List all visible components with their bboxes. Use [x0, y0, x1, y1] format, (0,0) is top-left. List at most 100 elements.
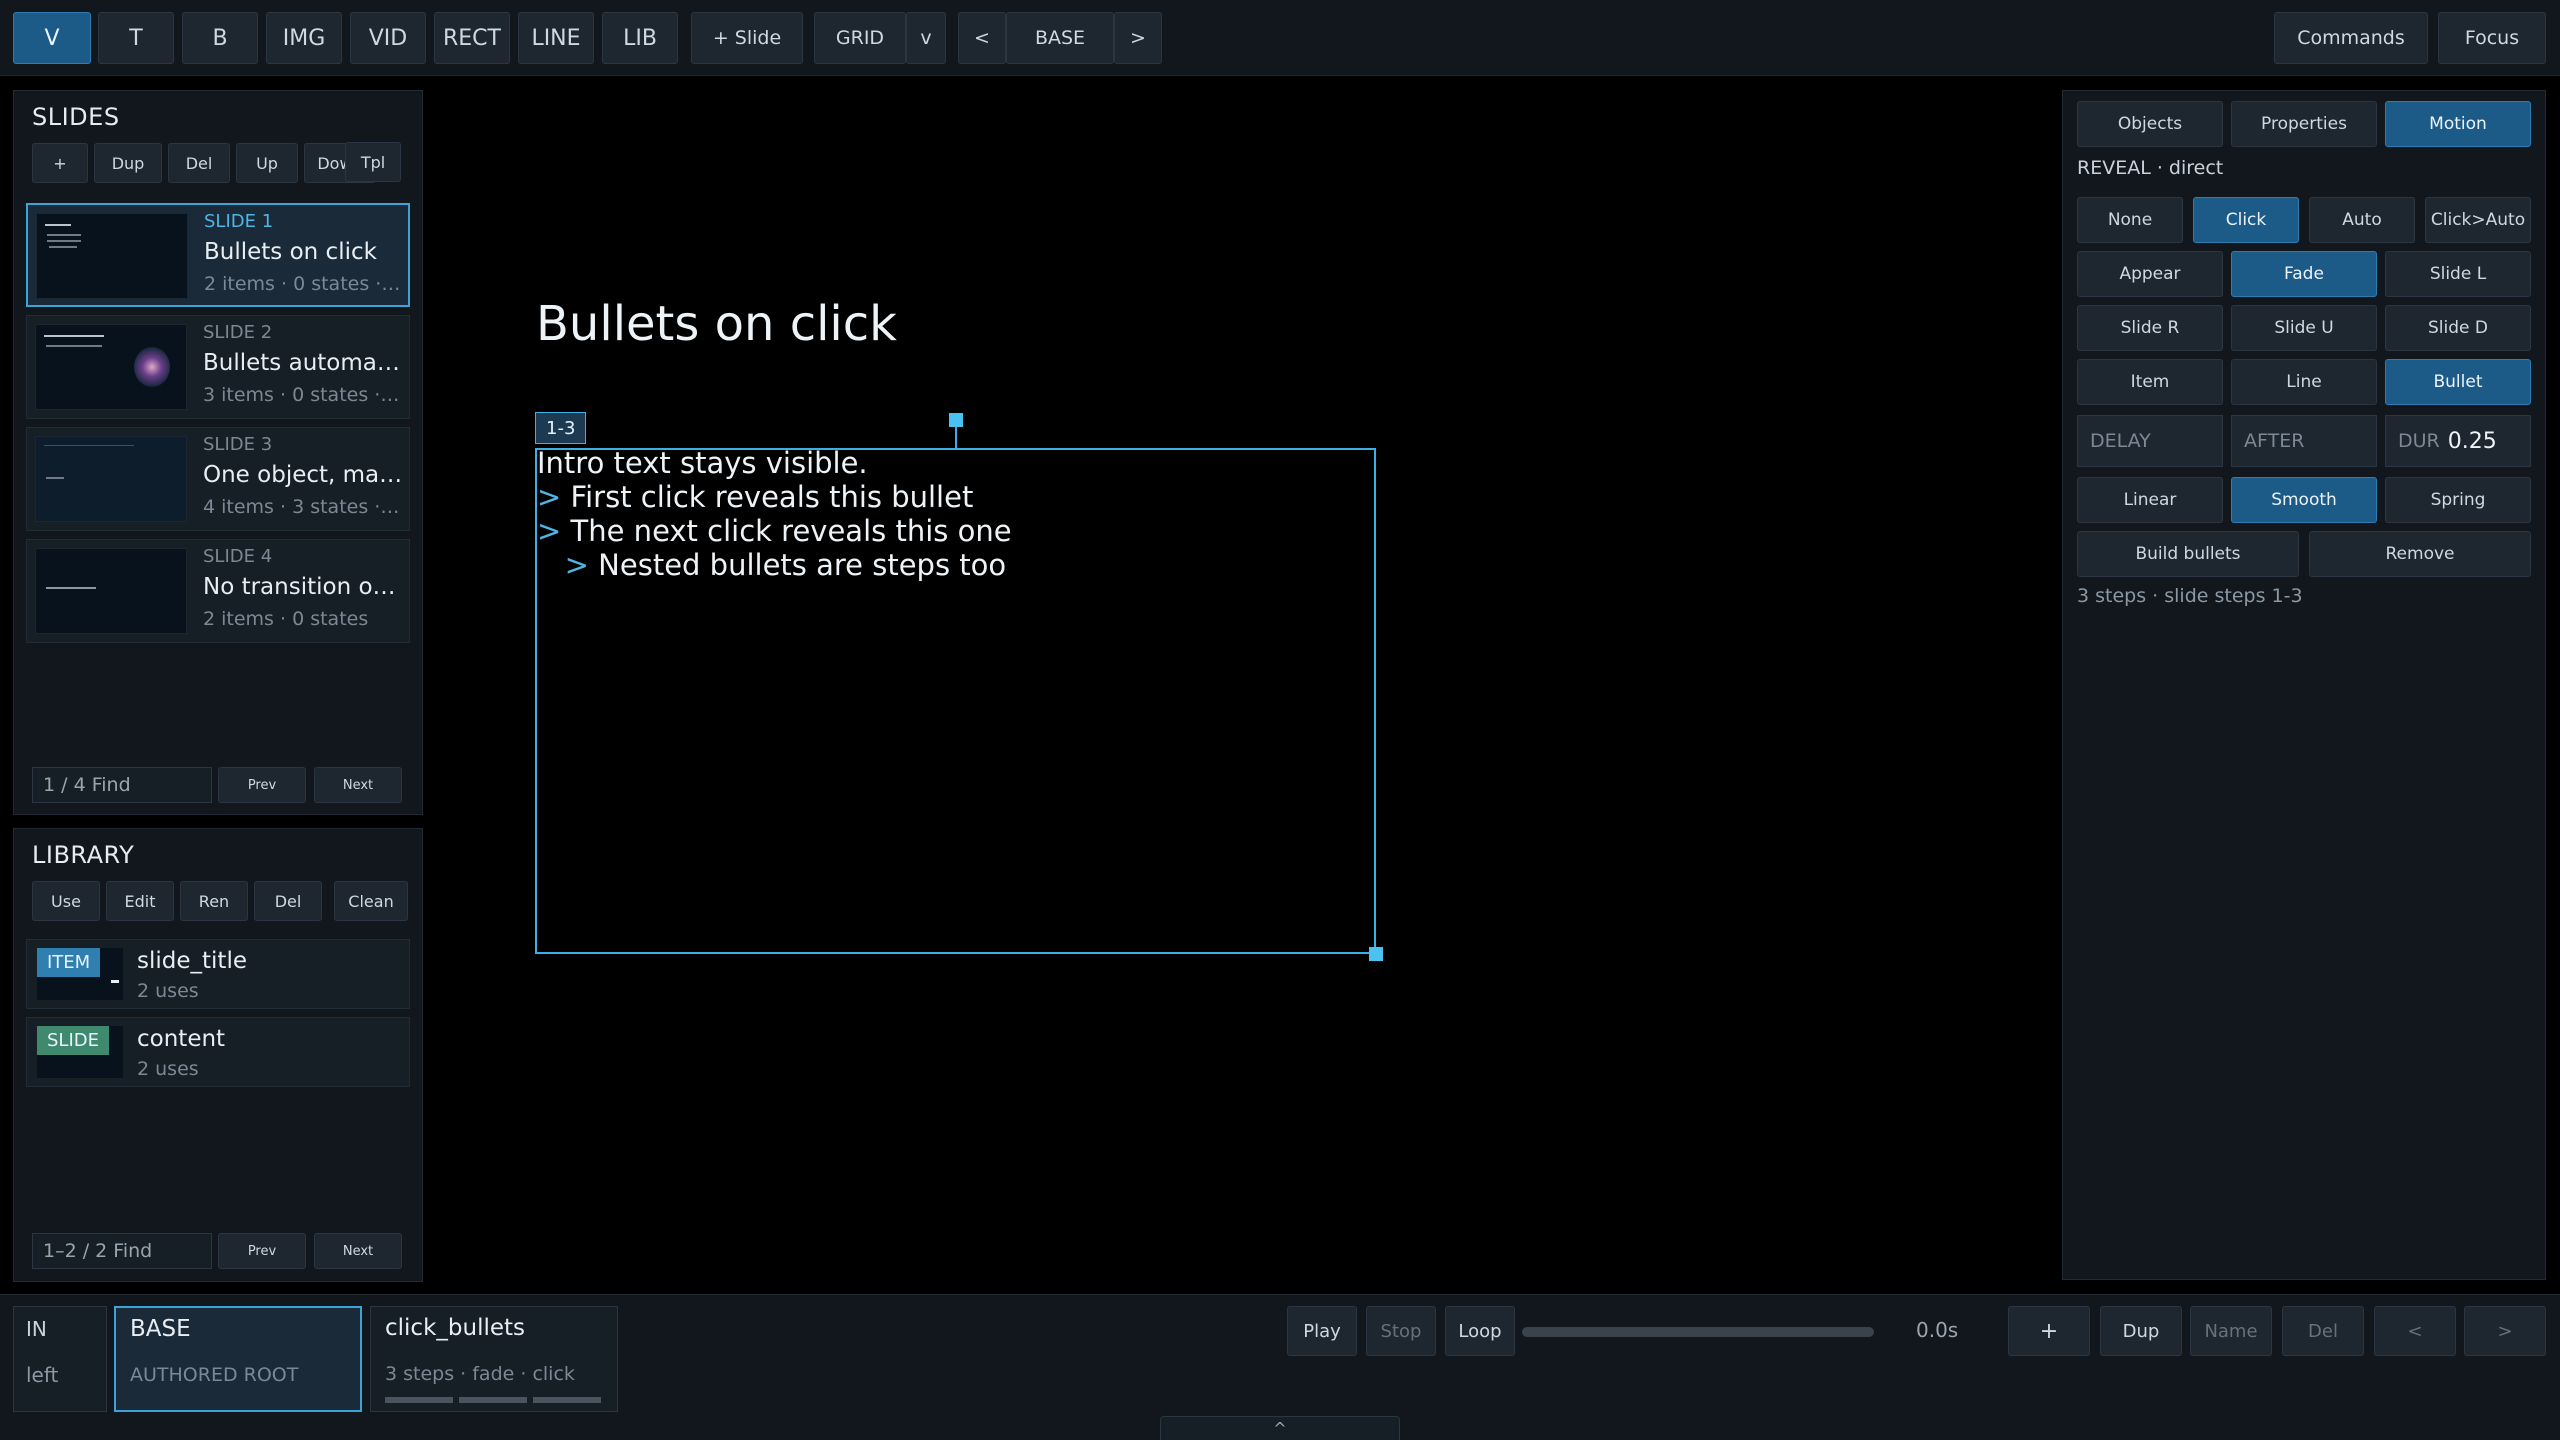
play-button[interactable]: Play: [1287, 1306, 1357, 1356]
library-use-button[interactable]: Use: [32, 881, 100, 921]
remove-reveal-button[interactable]: Remove: [2309, 531, 2531, 577]
duplicate-state-button[interactable]: Dup: [2100, 1306, 2182, 1356]
stop-button[interactable]: Stop: [1366, 1306, 1436, 1356]
duration-value: 0.25: [2447, 428, 2497, 454]
state-card-base[interactable]: BASE AUTHORED ROOT: [114, 1306, 362, 1412]
slide-list-item[interactable]: SLIDE 2 Bullets automatic... 3 items · 0…: [26, 315, 410, 419]
tool-text-button[interactable]: T: [98, 12, 174, 64]
library-prev-button[interactable]: Prev: [218, 1233, 306, 1269]
library-find-input[interactable]: 1–2 / 2 Find: [32, 1233, 212, 1269]
grid-button[interactable]: GRID: [814, 12, 906, 64]
inspector-panel: Objects Properties Motion REVEAL · direc…: [2062, 90, 2546, 1280]
easing-smooth-button[interactable]: Smooth: [2231, 477, 2377, 523]
steps-summary: 3 steps · slide steps 1-3: [2077, 585, 2303, 607]
slide-thumbnail: [35, 548, 187, 634]
trigger-auto-button[interactable]: Auto: [2309, 197, 2415, 243]
delete-slide-button[interactable]: Del: [168, 143, 230, 183]
slide-meta: 2 items · 0 states · sli...: [204, 273, 404, 295]
slides-panel-title: SLIDES: [32, 103, 120, 131]
state-subtitle: 3 steps · fade · click: [385, 1363, 575, 1385]
trigger-none-button[interactable]: None: [2077, 197, 2183, 243]
in-transition-card[interactable]: IN left: [13, 1306, 107, 1412]
tool-line-button[interactable]: LINE: [518, 12, 594, 64]
effect-slide-left-button[interactable]: Slide L: [2385, 251, 2531, 297]
bullet-marker: >: [537, 514, 562, 548]
slides-prev-button[interactable]: Prev: [218, 767, 306, 803]
bullet-line: > First click reveals this bullet: [537, 480, 973, 514]
library-thumbnail: ITEM: [37, 948, 123, 1000]
effect-slide-up-button[interactable]: Slide U: [2231, 305, 2377, 351]
tool-select-button[interactable]: V: [13, 12, 91, 64]
prev-state-button[interactable]: <: [958, 12, 1006, 64]
library-rename-button[interactable]: Ren: [180, 881, 248, 921]
library-item[interactable]: ITEM slide_title 2 uses: [26, 939, 410, 1009]
after-field[interactable]: AFTER: [2231, 415, 2377, 467]
slide-list-item[interactable]: SLIDE 4 No transition on ... 2 items · 0…: [26, 539, 410, 643]
add-slide-icon-button[interactable]: +: [32, 143, 88, 183]
chevron-up-icon: ^: [1273, 1419, 1287, 1438]
library-item-uses: 2 uses: [137, 980, 199, 1002]
rotate-handle[interactable]: [949, 413, 963, 427]
state-base-button[interactable]: BASE: [1006, 12, 1114, 64]
focus-button[interactable]: Focus: [2438, 12, 2546, 64]
effect-fade-button[interactable]: Fade: [2231, 251, 2377, 297]
duration-field[interactable]: DUR 0.25: [2385, 415, 2531, 467]
tool-video-button[interactable]: VID: [350, 12, 426, 64]
template-slide-button[interactable]: Tpl: [345, 142, 401, 182]
state-subtitle: AUTHORED ROOT: [130, 1364, 299, 1386]
tab-objects[interactable]: Objects: [2077, 101, 2223, 147]
granularity-item-button[interactable]: Item: [2077, 359, 2223, 405]
tool-rect-button[interactable]: RECT: [434, 12, 510, 64]
move-slide-up-button[interactable]: Up: [236, 143, 298, 183]
body-line: Intro text stays visible.: [537, 446, 868, 480]
playback-progress-bar[interactable]: [1522, 1327, 1874, 1337]
tab-motion[interactable]: Motion: [2385, 101, 2531, 147]
next-state-nav-button[interactable]: >: [2464, 1306, 2546, 1356]
library-item[interactable]: SLIDE content 2 uses: [26, 1017, 410, 1087]
tab-properties[interactable]: Properties: [2231, 101, 2377, 147]
slide-title-text[interactable]: Bullets on click: [536, 296, 897, 352]
grid-dropdown-button[interactable]: v: [906, 12, 946, 64]
slide-list-item[interactable]: SLIDE 1 Bullets on click 2 items · 0 sta…: [26, 203, 410, 307]
slides-find-input[interactable]: 1 / 4 Find: [32, 767, 212, 803]
library-delete-button[interactable]: Del: [254, 881, 322, 921]
next-state-button[interactable]: >: [1114, 12, 1162, 64]
tool-library-button[interactable]: LIB: [602, 12, 678, 64]
resize-handle[interactable]: [1369, 947, 1383, 961]
library-item-name: content: [137, 1026, 226, 1052]
delay-field[interactable]: DELAY: [2077, 415, 2223, 467]
commands-button[interactable]: Commands: [2274, 12, 2428, 64]
rename-state-button[interactable]: Name: [2190, 1306, 2272, 1356]
granularity-bullet-button[interactable]: Bullet: [2385, 359, 2531, 405]
tool-box-button[interactable]: B: [182, 12, 258, 64]
effect-slide-right-button[interactable]: Slide R: [2077, 305, 2223, 351]
delete-state-button[interactable]: Del: [2282, 1306, 2364, 1356]
slides-next-button[interactable]: Next: [314, 767, 402, 803]
add-slide-button[interactable]: + Slide: [691, 12, 803, 64]
library-next-button[interactable]: Next: [314, 1233, 402, 1269]
effect-appear-button[interactable]: Appear: [2077, 251, 2223, 297]
prev-state-nav-button[interactable]: <: [2374, 1306, 2456, 1356]
trigger-click-button[interactable]: Click: [2193, 197, 2299, 243]
slide-name: Bullets on click: [204, 239, 377, 265]
collapse-panel-tab[interactable]: ^: [1160, 1416, 1400, 1440]
loop-button[interactable]: Loop: [1445, 1306, 1515, 1356]
easing-linear-button[interactable]: Linear: [2077, 477, 2223, 523]
bullet-line: > The next click reveals this one: [537, 514, 1012, 548]
library-edit-button[interactable]: Edit: [106, 881, 174, 921]
tool-image-button[interactable]: IMG: [266, 12, 342, 64]
effect-slide-down-button[interactable]: Slide D: [2385, 305, 2531, 351]
slide-number: SLIDE 4: [203, 546, 273, 567]
step-indicator: [385, 1397, 453, 1403]
build-bullets-button[interactable]: Build bullets: [2077, 531, 2299, 577]
duplicate-slide-button[interactable]: Dup: [94, 143, 162, 183]
easing-spring-button[interactable]: Spring: [2385, 477, 2531, 523]
slide-list-item[interactable]: SLIDE 3 One object, man... 4 items · 3 s…: [26, 427, 410, 531]
granularity-line-button[interactable]: Line: [2231, 359, 2377, 405]
library-clean-button[interactable]: Clean: [334, 881, 408, 921]
add-state-button[interactable]: +: [2008, 1306, 2090, 1356]
trigger-click-auto-button[interactable]: Click>Auto: [2425, 197, 2531, 243]
library-item-tag: ITEM: [37, 948, 101, 977]
library-item-name: slide_title: [137, 948, 247, 974]
state-card-click-bullets[interactable]: click_bullets 3 steps · fade · click: [370, 1306, 618, 1412]
